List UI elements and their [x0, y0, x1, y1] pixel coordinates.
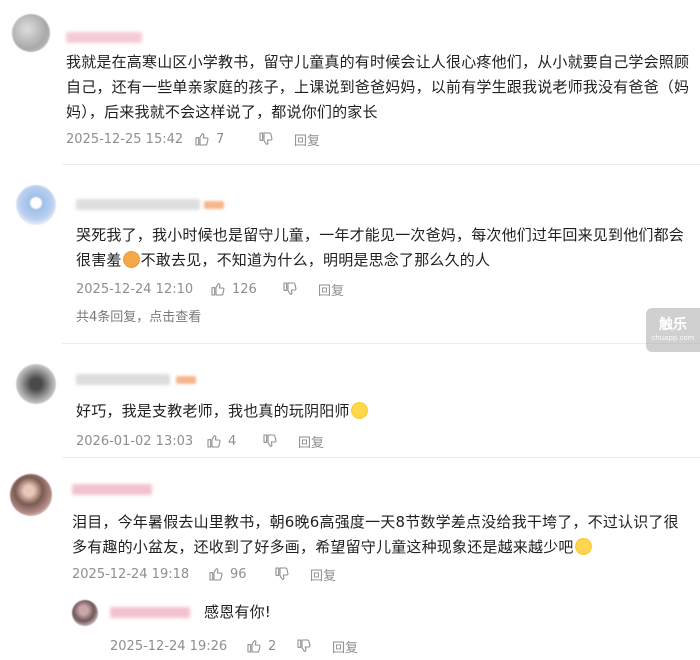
thumbs-down-icon [258, 131, 274, 147]
username-blurred[interactable] [72, 484, 152, 495]
thumbs-up-icon [246, 638, 262, 654]
thumbs-down-icon [296, 638, 312, 654]
thumbs-up-icon [206, 433, 222, 449]
like-count: 126 [232, 281, 257, 297]
dislike-button[interactable] [262, 433, 298, 449]
comment-meta: 2026-01-02 13:03 4 回复 [76, 431, 324, 451]
comment-meta: 2025-12-24 19:18 96 回复 [72, 564, 336, 584]
thumbs-down-icon [282, 281, 298, 297]
thumbs-up-icon [210, 281, 226, 297]
like-button[interactable]: 2 [246, 638, 296, 654]
sub-reply-time: 2025-12-24 19:26 [110, 638, 228, 654]
watermark-domain: chuapp.com [651, 334, 695, 342]
comment-text-part-2: 不敢去见，不知道为什么，明明是思念了那么久的人 [140, 251, 491, 269]
comment-text: 泪目，今年暑假去山里教书，朝6晚6高强度一天8节数学差点没给我干垮了，不过认识了… [72, 510, 692, 560]
user-level-badge [176, 376, 196, 384]
comment-text: 我就是在高寒山区小学教书，留守儿童真的有时候会让人很心疼他们，从小就要自己学会照… [66, 53, 690, 121]
username-blurred[interactable] [66, 32, 142, 43]
dislike-button[interactable] [258, 131, 294, 147]
like-button[interactable]: 96 [208, 566, 274, 582]
avatar[interactable] [16, 364, 56, 404]
comment-1: 我就是在高寒山区小学教书，留守儿童真的有时候会让人很心疼他们，从小就要自己学会照… [0, 0, 700, 160]
like-count: 7 [216, 131, 225, 147]
avatar[interactable] [12, 14, 50, 52]
watermark-logo: 触乐 [659, 317, 687, 333]
like-count: 2 [268, 638, 277, 654]
crying-face-icon [122, 251, 140, 268]
shocked-face-icon [350, 402, 368, 419]
dislike-button[interactable] [274, 566, 310, 582]
dislike-button[interactable] [296, 638, 332, 654]
avatar[interactable] [16, 185, 56, 225]
comment-time: 2025-12-25 15:42 [66, 131, 184, 147]
thumbs-up-icon [208, 566, 224, 582]
comment-3: 好巧，我是支教老师，我也真的玩阴阳师 2026-01-02 13:03 4 回复 [0, 344, 700, 454]
like-count: 96 [230, 566, 247, 582]
sub-reply-text: 感恩有你! [204, 603, 272, 621]
like-button[interactable]: 126 [210, 281, 282, 297]
comment-time: 2026-01-02 13:03 [76, 433, 194, 449]
comment-text: 好巧，我是支教老师，我也真的玩阴阳师 [76, 399, 676, 424]
username-blurred[interactable] [76, 374, 170, 385]
sub-reply: 感恩有你! 2025-12-24 19:26 2 回复 [0, 594, 700, 660]
reply-button[interactable]: 回复 [332, 637, 358, 656]
username-blurred[interactable] [110, 607, 190, 618]
like-count: 4 [228, 433, 237, 449]
comment-meta: 2025-12-24 12:10 126 回复 [76, 279, 344, 299]
thumbs-up-icon [194, 131, 210, 147]
comment-text: 哭死我了，我小时候也是留守儿童，一年才能见一次爸妈，每次他们过年回来见到他们都会… [76, 223, 692, 273]
comment-time: 2025-12-24 19:18 [72, 566, 190, 582]
thumbs-down-icon [262, 433, 278, 449]
dislike-button[interactable] [282, 281, 318, 297]
user-level-badge [204, 201, 224, 209]
thumbs-down-icon [274, 566, 290, 582]
avatar[interactable] [72, 600, 98, 626]
avatar[interactable] [10, 474, 52, 516]
like-button[interactable]: 4 [206, 433, 262, 449]
username-blurred[interactable] [76, 199, 200, 210]
comment-time: 2025-12-24 12:10 [76, 281, 194, 297]
view-more-replies-link[interactable]: 共4条回复，点击查看 [76, 306, 201, 325]
sub-reply-meta: 2025-12-24 19:26 2 回复 [110, 636, 358, 656]
reply-button[interactable]: 回复 [294, 130, 320, 149]
like-button[interactable]: 7 [194, 131, 258, 147]
comment-2: 哭死我了，我小时候也是留守儿童，一年才能见一次爸妈，每次他们过年回来见到他们都会… [0, 165, 700, 340]
reply-button[interactable]: 回复 [318, 280, 344, 299]
reply-button[interactable]: 回复 [310, 565, 336, 584]
comment-text-main: 好巧，我是支教老师，我也真的玩阴阳师 [76, 402, 350, 420]
comment-meta: 2025-12-25 15:42 7 回复 [66, 129, 320, 149]
comment-4: 泪目，今年暑假去山里教书，朝6晚6高强度一天8节数学差点没给我干垮了，不过认识了… [0, 458, 700, 660]
laughing-crying-face-icon [574, 538, 592, 555]
reply-button[interactable]: 回复 [298, 432, 324, 451]
